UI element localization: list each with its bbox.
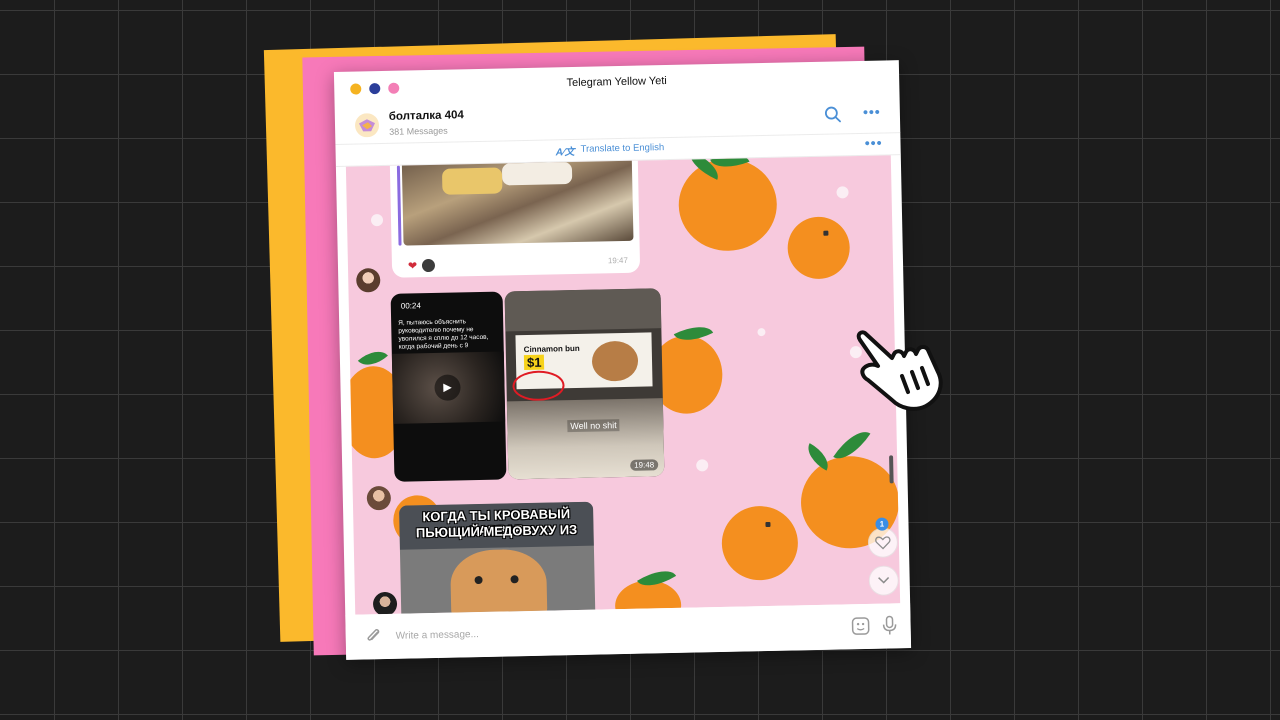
video-overlay-text: Я, пытаюсь объяснить руководителю почему…	[398, 318, 489, 351]
chat-area[interactable]: 19:47 ❤ 00:24 Я, пытаюсь объяснить руков…	[345, 155, 901, 615]
translate-button[interactable]: Translate to English	[580, 142, 664, 155]
window-title: Telegram Yellow Yeti	[566, 75, 667, 90]
meme-message[interactable]: КОГДА ТЫ КРОВАВЫЙ ВАРВАР ПЬЮЩИЙ МЕДОВУХУ…	[399, 501, 596, 615]
message-time: 19:47	[607, 255, 629, 266]
photo-caption: Well no shit	[567, 419, 620, 433]
photo-message[interactable]: Cinnamon bun $1 Well no shit 19:48	[504, 288, 665, 480]
message-photo[interactable]	[401, 155, 634, 246]
scroll-down-button[interactable]	[868, 565, 899, 596]
wallpaper-speck	[370, 213, 384, 227]
sender-avatar[interactable]	[372, 591, 398, 615]
video-duration: 00:24	[400, 301, 421, 311]
chat-name: болталка 404	[388, 109, 464, 123]
wallpaper-stem	[765, 521, 771, 528]
wallpaper-speck	[757, 328, 766, 337]
red-circle-annotation	[512, 370, 565, 402]
photo-plate-detail	[501, 162, 573, 186]
microphone-icon[interactable]	[880, 614, 898, 636]
cat-eye	[510, 575, 519, 584]
reaction-user-avatar	[421, 258, 436, 273]
wallpaper-orange	[787, 216, 851, 280]
chat-scrollbar[interactable]	[889, 455, 894, 484]
cat-image	[449, 548, 548, 615]
photo-food-detail	[441, 167, 503, 195]
wallpaper-speck	[696, 459, 709, 472]
wallpaper-orange	[721, 505, 799, 581]
chat-avatar[interactable]	[355, 113, 380, 138]
more-icon[interactable]: •••	[862, 104, 882, 123]
product-name: Cinnamon bun	[523, 343, 580, 355]
pointer-hand-icon	[856, 330, 943, 411]
heart-reaction-icon[interactable]: ❤	[408, 259, 417, 272]
reactions-button[interactable]	[867, 527, 899, 558]
reply-accent-bar	[396, 165, 402, 246]
message-time: 19:48	[630, 459, 659, 471]
cat-eye	[474, 575, 483, 585]
search-icon[interactable]	[824, 105, 842, 123]
wallpaper-stem	[823, 230, 829, 236]
telegram-window: Telegram Yellow Yeti болталка 404 381 Me…	[333, 60, 912, 660]
paperclip-icon[interactable]	[364, 626, 384, 646]
sender-avatar[interactable]	[356, 268, 381, 293]
translate-icon: A⁄文	[555, 146, 575, 159]
heart-icon	[875, 536, 891, 550]
translate-more-icon[interactable]: •••	[865, 135, 883, 151]
product-price: $1	[523, 354, 545, 371]
wallpaper-speck	[836, 186, 849, 199]
chevron-down-icon	[878, 576, 890, 584]
chat-message-count: 381 Messages	[389, 125, 448, 137]
sticker-icon[interactable]	[850, 616, 870, 636]
photo-ceiling	[504, 288, 662, 332]
sender-avatar[interactable]	[366, 485, 392, 511]
wallpaper-orange	[677, 157, 778, 252]
message-input[interactable]	[393, 613, 818, 649]
photo-message-bubble[interactable]: 19:47 ❤	[389, 155, 641, 278]
video-message[interactable]: 00:24 Я, пытаюсь объяснить руководителю …	[390, 291, 507, 482]
